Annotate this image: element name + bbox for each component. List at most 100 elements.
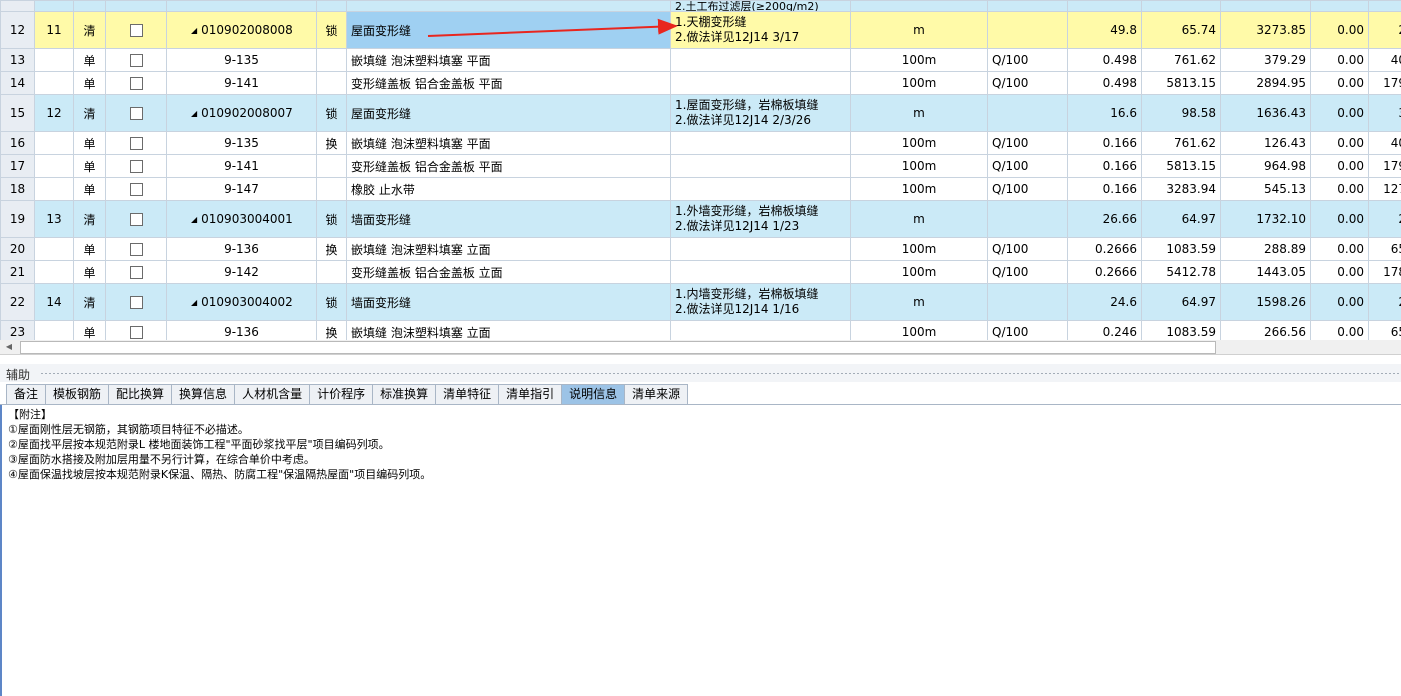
row-index[interactable]: 20 xyxy=(0,237,35,261)
row-checkbox[interactable] xyxy=(129,266,143,279)
row-checkbox[interactable] xyxy=(129,54,143,67)
lock-cell[interactable]: 换 xyxy=(316,131,347,155)
qty-expr-cell[interactable]: Q/100 xyxy=(987,131,1068,155)
col-c2-cell[interactable]: 65 xyxy=(1368,320,1401,340)
seq-cell[interactable]: 12 xyxy=(34,94,74,132)
total-cell[interactable]: 1598.26 xyxy=(1220,283,1311,321)
seq-cell[interactable] xyxy=(34,71,74,95)
col-c2-cell[interactable]: 40 xyxy=(1368,131,1401,155)
price-cell[interactable]: 5412.78 xyxy=(1141,260,1221,284)
feature-cell[interactable] xyxy=(670,71,851,95)
type-cell[interactable]: 单 xyxy=(73,260,106,284)
qty-cell[interactable]: 0.166 xyxy=(1067,131,1142,155)
row-index[interactable]: 22 xyxy=(0,283,35,321)
unit-cell[interactable]: 100m xyxy=(850,48,988,72)
row-index[interactable]: 18 xyxy=(0,177,35,201)
col-c1-cell[interactable]: 0.00 xyxy=(1310,71,1369,95)
table-row[interactable]: 17 单 9-141 变形缝盖板 铝合金盖板 平面 100m Q/100 0.166 5813… xyxy=(0,154,1401,178)
col-c1-cell[interactable]: 0.00 xyxy=(1310,177,1369,201)
feature-cell[interactable] xyxy=(670,320,851,340)
table-row[interactable]: 13 单 9-135 嵌填缝 泡沫塑料填塞 平面 100m Q/100 0.498 761.6… xyxy=(0,48,1401,72)
table-row[interactable]: 20 单 9-136 换嵌填缝 泡沫塑料填塞 立面 100m Q/100 0.2666 108… xyxy=(0,237,1401,261)
name-cell[interactable]: 嵌填缝 泡沫塑料填塞 平面 xyxy=(346,131,671,155)
name-cell[interactable]: 墙面变形缝 xyxy=(346,200,671,238)
seq-cell[interactable] xyxy=(34,260,74,284)
row-index[interactable]: 21 xyxy=(0,260,35,284)
table-row[interactable]: 14 单 9-141 变形缝盖板 铝合金盖板 平面 100m Q/100 0.498 5813… xyxy=(0,71,1401,95)
row-checkbox[interactable] xyxy=(129,107,143,120)
qty-cell[interactable]: 24.6 xyxy=(1067,283,1142,321)
code-cell[interactable]: 9-141 xyxy=(166,71,317,95)
horizontal-scrollbar[interactable]: ◀ xyxy=(0,340,1401,355)
total-cell[interactable]: 1732.10 xyxy=(1220,200,1311,238)
seq-cell[interactable]: 13 xyxy=(34,200,74,238)
tab-4[interactable]: 人材机含量 xyxy=(235,384,311,405)
checkbox-cell[interactable] xyxy=(105,283,167,321)
type-cell[interactable]: 单 xyxy=(73,71,106,95)
name-cell[interactable]: 嵌填缝 泡沫塑料填塞 立面 xyxy=(346,237,671,261)
tab-6[interactable]: 标准换算 xyxy=(373,384,437,405)
qty-cell[interactable]: 0.166 xyxy=(1067,177,1142,201)
total-cell[interactable]: 1636.43 xyxy=(1220,94,1311,132)
feature-cell[interactable]: 1.内墙变形缝，岩棉板填缝 2.做法详见12J14 1/16 xyxy=(670,283,851,321)
tab-2[interactable]: 配比换算 xyxy=(109,384,173,405)
col-c1-cell[interactable]: 0.00 xyxy=(1310,154,1369,178)
row-index[interactable]: 19 xyxy=(0,200,35,238)
qty-expr-cell[interactable] xyxy=(987,283,1068,321)
checkbox-cell[interactable] xyxy=(105,48,167,72)
type-cell[interactable]: 单 xyxy=(73,48,106,72)
feature-cell[interactable] xyxy=(670,260,851,284)
table-row[interactable]: 22 14 清 ◢ 010903004002 锁墙面变形缝 1.内墙变形缝，岩棉板填缝 2.做… xyxy=(0,283,1401,321)
unit-cell[interactable]: m xyxy=(850,94,988,132)
table-row[interactable]: 18 单 9-147 橡胶 止水带 100m Q/100 0.166 3283.94 545.1… xyxy=(0,177,1401,201)
feature-cell[interactable]: 1.天棚变形缝 2.做法详见12J14 3/17 xyxy=(670,11,851,49)
lock-cell[interactable] xyxy=(316,154,347,178)
name-cell[interactable]: 嵌填缝 泡沫塑料填塞 平面 xyxy=(346,48,671,72)
lock-cell[interactable]: 换 xyxy=(316,237,347,261)
table-row-partial[interactable]: 2.土工布过滤层(≥200g/m2) xyxy=(0,0,1401,12)
qty-expr-cell[interactable]: Q/100 xyxy=(987,320,1068,340)
col-c2-cell[interactable]: 40 xyxy=(1368,48,1401,72)
row-checkbox[interactable] xyxy=(129,160,143,173)
col-c1-cell[interactable]: 0.00 xyxy=(1310,320,1369,340)
seq-cell[interactable]: 14 xyxy=(34,283,74,321)
price-cell[interactable]: 64.97 xyxy=(1141,283,1221,321)
unit-cell[interactable]: 100m xyxy=(850,260,988,284)
code-cell[interactable]: 9-135 xyxy=(166,131,317,155)
lock-cell[interactable] xyxy=(316,48,347,72)
lock-cell[interactable]: 锁 xyxy=(316,283,347,321)
row-checkbox[interactable] xyxy=(129,183,143,196)
code-cell[interactable]: ◢ 010903004001 xyxy=(166,200,317,238)
type-cell[interactable]: 清 xyxy=(73,94,106,132)
row-index[interactable]: 16 xyxy=(0,131,35,155)
name-cell[interactable]: 墙面变形缝 xyxy=(346,283,671,321)
checkbox-cell[interactable] xyxy=(105,94,167,132)
scroll-thumb[interactable] xyxy=(20,341,1216,354)
col-c1-cell[interactable]: 0.00 xyxy=(1310,283,1369,321)
feature-cell[interactable] xyxy=(670,237,851,261)
name-cell[interactable]: 屋面变形缝 xyxy=(346,11,671,49)
qty-cell[interactable]: 0.166 xyxy=(1067,154,1142,178)
qty-expr-cell[interactable]: Q/100 xyxy=(987,48,1068,72)
total-cell[interactable]: 3273.85 xyxy=(1220,11,1311,49)
qty-cell[interactable]: 26.66 xyxy=(1067,200,1142,238)
splitter-grip[interactable] xyxy=(40,372,1401,375)
qty-cell[interactable]: 0.498 xyxy=(1067,48,1142,72)
col-c2-cell[interactable]: 127 xyxy=(1368,177,1401,201)
tab-0[interactable]: 备注 xyxy=(6,384,47,405)
type-cell[interactable]: 单 xyxy=(73,177,106,201)
qty-cell[interactable]: 0.498 xyxy=(1067,71,1142,95)
lock-cell[interactable]: 换 xyxy=(316,320,347,340)
name-cell[interactable]: 嵌填缝 泡沫塑料填塞 立面 xyxy=(346,320,671,340)
lock-cell[interactable] xyxy=(316,260,347,284)
col-c2-cell[interactable]: 65 xyxy=(1368,237,1401,261)
col-c2-cell[interactable]: 2 xyxy=(1368,200,1401,238)
total-cell[interactable]: 1443.05 xyxy=(1220,260,1311,284)
type-cell[interactable]: 单 xyxy=(73,131,106,155)
col-c1-cell[interactable]: 0.00 xyxy=(1310,237,1369,261)
feature-cell[interactable]: 1.外墙变形缝，岩棉板填缝 2.做法详见12J14 1/23 xyxy=(670,200,851,238)
checkbox-cell[interactable] xyxy=(105,237,167,261)
price-cell[interactable]: 5813.15 xyxy=(1141,154,1221,178)
unit-cell[interactable]: 100m xyxy=(850,131,988,155)
qty-expr-cell[interactable]: Q/100 xyxy=(987,71,1068,95)
